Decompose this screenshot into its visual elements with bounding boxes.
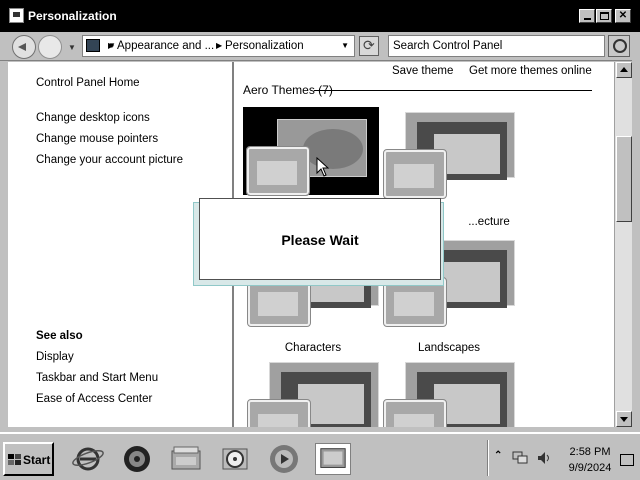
close-icon: ✕ <box>618 10 628 21</box>
theme-label: Landscapes <box>417 342 481 354</box>
scroll-thumb[interactable] <box>616 136 632 222</box>
link-change-desktop-icons[interactable]: Change desktop icons <box>36 112 150 124</box>
clock-time[interactable]: 2:58 PM <box>560 446 620 458</box>
link-display[interactable]: Display <box>36 351 74 363</box>
breadcrumb-arrow-icon: ▼ <box>108 41 116 50</box>
show-hidden-icons-icon[interactable]: ⌃ <box>494 450 502 461</box>
tray-separator <box>487 440 489 476</box>
mouse-cursor-icon <box>316 157 330 177</box>
clock-date[interactable]: 9/9/2024 <box>560 462 620 474</box>
action-center-icon[interactable] <box>620 454 634 466</box>
link-ease-of-access[interactable]: Ease of Access Center <box>36 393 152 405</box>
please-wait-dialog: Please Wait <box>199 198 441 280</box>
address-bar: ▼ ▶ ▼ Appearance and ... ▶ Personalizati… <box>0 32 640 61</box>
scroll-up-button[interactable] <box>616 62 632 78</box>
theme-thumbnail <box>243 362 383 427</box>
windows-logo-icon <box>8 454 22 466</box>
breadcrumb-appearance[interactable]: Appearance and ... <box>117 40 214 52</box>
theme-item[interactable] <box>379 362 519 427</box>
theme-label: Characters <box>284 342 342 354</box>
search-field[interactable] <box>388 35 605 57</box>
link-change-mouse-pointers[interactable]: Change mouse pointers <box>36 133 158 145</box>
taskbar: Start ⌃ 2:58 PM 9/9/2024 <box>0 432 640 480</box>
window-icon[interactable] <box>9 8 24 23</box>
minimize-icon <box>583 18 591 20</box>
title-bar: Personalization ✕ <box>0 0 640 32</box>
internet-explorer-icon[interactable] <box>70 443 106 475</box>
vertical-scrollbar[interactable] <box>614 62 632 427</box>
media-center-icon[interactable] <box>266 443 302 475</box>
theme-item[interactable] <box>243 362 383 427</box>
theme-thumbnail <box>379 362 519 427</box>
search-icon[interactable] <box>608 35 630 57</box>
window-title: Personalization <box>28 9 117 23</box>
back-button[interactable] <box>12 35 36 59</box>
search-input[interactable] <box>389 36 604 56</box>
network-icon[interactable] <box>512 451 528 465</box>
media-player-icon[interactable] <box>119 443 155 475</box>
personalization-icon <box>320 448 346 468</box>
link-control-panel-home[interactable]: Control Panel Home <box>36 77 140 89</box>
group-divider <box>314 90 592 91</box>
link-taskbar-start-menu[interactable]: Taskbar and Start Menu <box>36 372 158 384</box>
refresh-button[interactable] <box>359 36 379 56</box>
recent-pages-chevron-icon[interactable]: ▼ <box>68 43 76 52</box>
address-field[interactable]: ▶ ▼ Appearance and ... ▶ Personalization… <box>82 35 355 57</box>
disc-burner-icon[interactable] <box>217 443 253 475</box>
breadcrumb-chevron-icon[interactable]: ▶ <box>216 41 222 50</box>
maximize-icon <box>599 12 609 20</box>
scroll-down-button[interactable] <box>616 411 632 427</box>
see-also-heading: See also <box>36 330 83 342</box>
minimize-button[interactable] <box>579 9 595 23</box>
forward-button[interactable] <box>38 35 62 59</box>
address-dropdown-icon[interactable]: ▼ <box>341 41 349 50</box>
dialog-message: Please Wait <box>281 232 359 248</box>
theme-thumbnail <box>243 107 379 196</box>
control-panel-icon <box>86 39 100 52</box>
breadcrumb-personalization[interactable]: Personalization <box>225 40 304 52</box>
volume-icon[interactable] <box>537 451 553 465</box>
scanner-icon[interactable] <box>168 443 204 475</box>
window-frame <box>632 32 640 432</box>
start-button[interactable]: Start <box>3 442 54 476</box>
close-button[interactable]: ✕ <box>615 9 631 23</box>
link-change-account-picture[interactable]: Change your account picture <box>36 154 183 166</box>
save-theme-link[interactable]: Save theme <box>392 65 453 77</box>
get-more-themes-link[interactable]: Get more themes online <box>469 65 592 77</box>
start-label: Start <box>23 453 51 467</box>
theme-thumbnail <box>379 112 519 204</box>
personalization-taskbar-button[interactable] <box>315 443 351 475</box>
maximize-button[interactable] <box>596 9 612 23</box>
